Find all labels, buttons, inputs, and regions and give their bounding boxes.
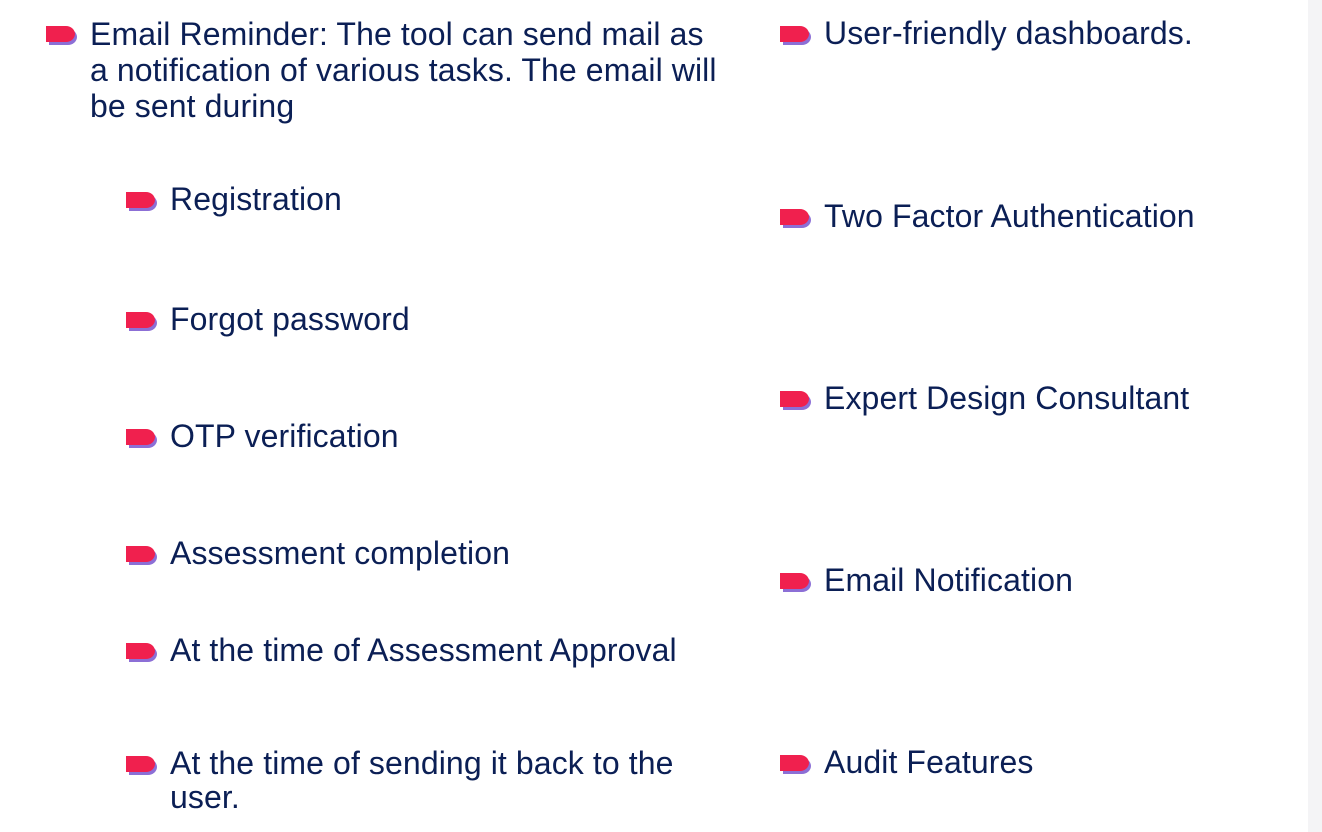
list-item-dashboards: User-friendly dashboards. [780,16,1320,50]
tab-bullet-icon [780,753,812,774]
list-item-label: Audit Features [824,744,1034,780]
list-item-label: User-friendly dashboards. [824,15,1193,51]
tab-bullet-icon [126,427,158,448]
list-item-otp-verification: OTP verification [126,419,746,453]
tab-bullet-icon [126,310,158,331]
tab-bullet-icon [126,544,158,565]
list-item-registration: Registration [126,182,746,216]
list-item-label: At the time of sending it back to the us… [170,745,674,815]
tab-bullet-icon [46,24,78,45]
list-item-assessment-approval: At the time of Assessment Approval [126,633,746,667]
list-item-forgot-password: Forgot password [126,302,746,336]
list-item-email-reminder: Email Reminder: The tool can send mail a… [46,16,746,124]
tab-bullet-icon [780,571,812,592]
tab-bullet-icon [126,641,158,662]
list-item-audit-features: Audit Features [780,745,1320,779]
list-item-label: OTP verification [170,418,399,454]
tab-bullet-icon [780,24,812,45]
list-item-label: Registration [170,181,342,217]
tab-bullet-icon [126,190,158,211]
list-item-label: At the time of Assessment Approval [170,632,677,668]
list-item-email-notification: Email Notification [780,563,1320,597]
list-item-design-consultant: Expert Design Consultant [780,381,1320,415]
list-item-assessment-completion: Assessment completion [126,536,746,570]
list-item-label: Expert Design Consultant [824,380,1190,416]
list-item-label: Email Notification [824,562,1074,598]
list-item-two-factor: Two Factor Authentication [780,199,1320,233]
tab-bullet-icon [780,207,812,228]
list-item-sent-back: At the time of sending it back to the us… [126,746,746,814]
list-item-label: Forgot password [170,301,410,337]
list-item-label: Assessment completion [170,535,511,571]
list-item-label: Two Factor Authentication [824,198,1195,234]
right-edge-panel [1308,0,1322,832]
tab-bullet-icon [126,754,158,775]
email-reminder-text: Email Reminder: The tool can send mail a… [90,16,717,124]
tab-bullet-icon [780,389,812,410]
